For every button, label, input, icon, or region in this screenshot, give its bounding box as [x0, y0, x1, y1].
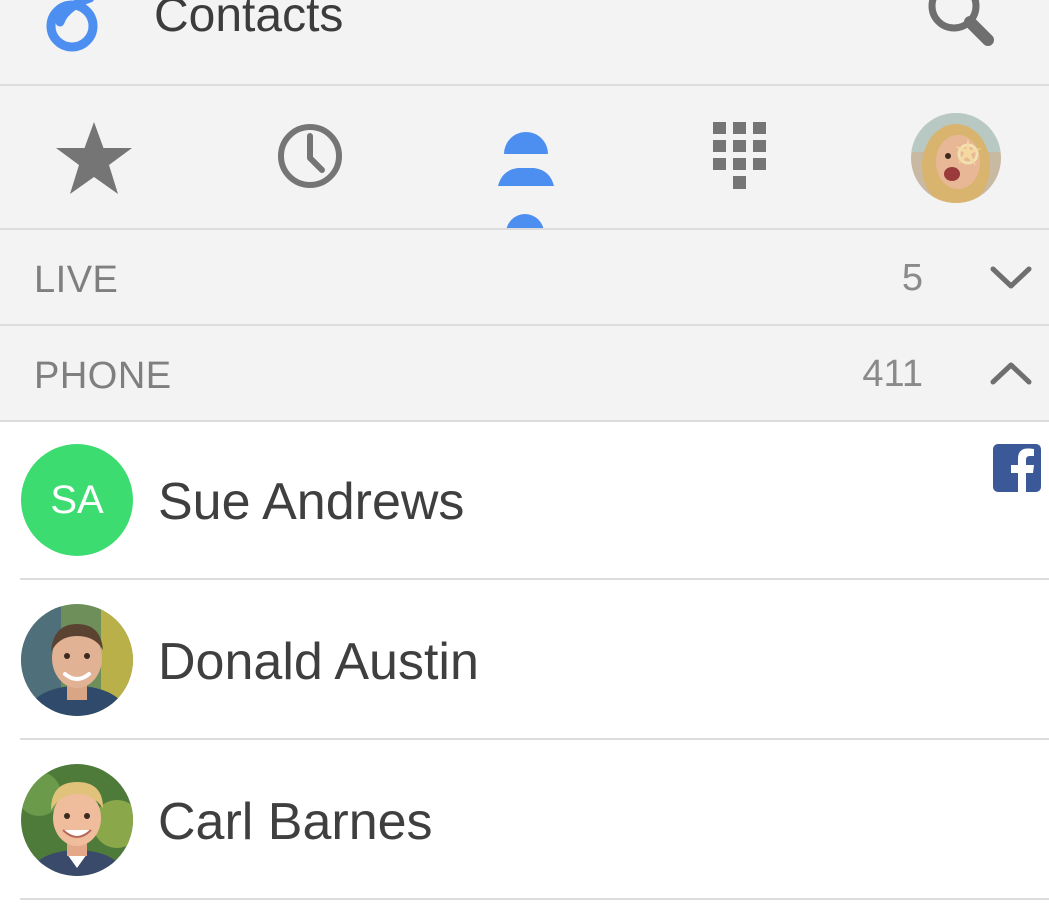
- search-icon: [928, 0, 994, 46]
- dialpad-icon: [713, 122, 766, 189]
- contact-name: Sue Andrews: [158, 473, 465, 531]
- photo-avatar: [21, 764, 133, 876]
- chevron-down-icon[interactable]: [988, 262, 1034, 292]
- app-bar: Contacts: [0, 0, 1049, 86]
- app-logo-6-icon: [46, 0, 98, 52]
- contact-row[interactable]: Carl Barnes: [0, 742, 1049, 900]
- section-live[interactable]: LIVE 5: [0, 230, 1049, 326]
- row-divider: [20, 578, 1049, 580]
- row-divider: [20, 898, 1049, 900]
- section-label: PHONE: [34, 355, 172, 397]
- section-count: 411: [862, 353, 923, 395]
- clock-icon: [278, 124, 342, 188]
- tab-favorites[interactable]: [32, 86, 152, 228]
- contact-name: Carl Barnes: [158, 793, 433, 851]
- star-icon: [56, 122, 132, 194]
- contact-row[interactable]: Donald Austin: [0, 582, 1049, 740]
- tab-recents[interactable]: [250, 86, 370, 228]
- section-label: LIVE: [34, 259, 119, 301]
- contact-row[interactable]: SA Sue Andrews: [0, 422, 1049, 580]
- person-icon: [498, 132, 554, 186]
- contact-name: Donald Austin: [158, 633, 479, 691]
- tab-bar: [0, 86, 1049, 230]
- photo-avatar: [21, 604, 133, 716]
- section-count: 5: [901, 257, 923, 299]
- section-phone[interactable]: PHONE 411: [0, 326, 1049, 422]
- profile-avatar: [911, 113, 1001, 203]
- tab-profile[interactable]: [898, 86, 1018, 228]
- search-button[interactable]: [918, 0, 1000, 54]
- initials-avatar: SA: [21, 444, 133, 556]
- row-divider: [20, 738, 1049, 740]
- page-title: Contacts: [154, 0, 344, 42]
- tab-contacts[interactable]: [465, 86, 585, 228]
- tab-dialpad[interactable]: [681, 86, 801, 228]
- chevron-up-icon[interactable]: [988, 358, 1034, 388]
- facebook-icon: [993, 444, 1041, 492]
- contact-list: SA Sue Andrews Donald Austin Carl Barnes: [0, 422, 1049, 919]
